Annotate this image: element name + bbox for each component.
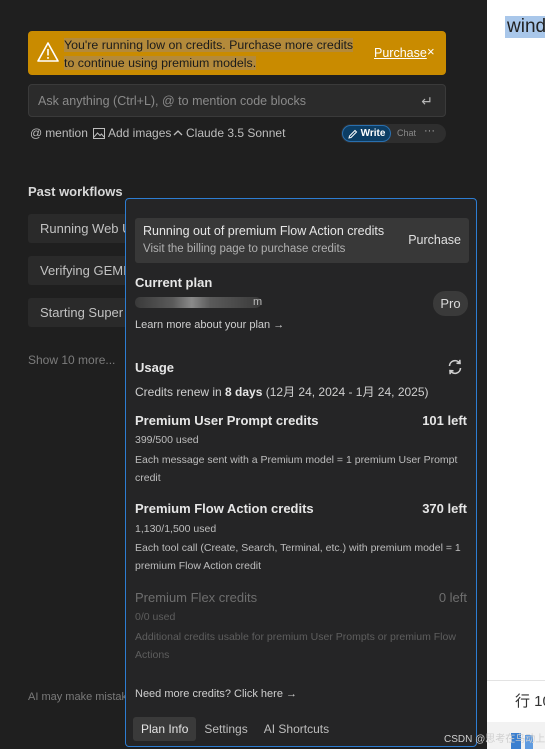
image-icon — [93, 127, 105, 139]
credit-used: 1,130/1,500 used — [135, 523, 217, 535]
mode-switch: Write Chat ··· — [341, 124, 446, 143]
plan-info-popup: Running out of premium Flow Action credi… — [125, 198, 477, 747]
line-status: 行 10 — [515, 693, 545, 710]
chevron-up-icon — [173, 130, 183, 136]
blurred-email — [135, 297, 261, 308]
tab-plan-info[interactable]: Plan Info — [133, 717, 197, 741]
alert-subtitle: Visit the billing page to purchase credi… — [143, 243, 346, 255]
add-images-label: Add images — [108, 126, 172, 140]
refresh-icon[interactable] — [446, 358, 464, 376]
tab-ai-shortcuts[interactable]: AI Shortcuts — [256, 717, 337, 741]
banner-purchase-link[interactable]: Purchase — [374, 46, 427, 60]
credit-left: 101 left — [422, 413, 467, 428]
credit-description: Additional credits usable for premium Us… — [135, 631, 456, 661]
editor-panel: wind 行 10 — [487, 0, 545, 749]
model-selector[interactable]: Claude 3.5 Sonnet — [173, 126, 285, 140]
workflow-item[interactable]: Starting Super — [28, 298, 138, 327]
credit-left: 370 left — [422, 501, 467, 516]
model-label: Claude 3.5 Sonnet — [186, 126, 286, 140]
mention-label: mention — [45, 126, 88, 140]
renew-info: Credits renew in 8 days (12月 24, 2024 - … — [135, 385, 429, 399]
alert-purchase-button[interactable]: Purchase — [408, 233, 461, 247]
close-icon[interactable]: × — [427, 44, 435, 59]
mention-button[interactable]: @ mention — [30, 126, 88, 140]
credit-title: Premium Flex credits — [135, 590, 258, 605]
popup-tabs: Plan Info Settings AI Shortcuts — [133, 717, 337, 741]
more-icon[interactable]: ··· — [424, 125, 435, 137]
usage-title: Usage — [135, 360, 175, 375]
tab-settings[interactable]: Settings — [196, 717, 255, 741]
learn-more-link[interactable]: Learn more about your plan → — [135, 319, 284, 331]
show-more-link[interactable]: Show 10 more... — [28, 353, 115, 367]
credit-title: Premium User Prompt credits — [135, 413, 319, 428]
current-plan-title: Current plan — [135, 275, 213, 290]
divider — [487, 680, 545, 681]
credit-used: 399/500 used — [135, 434, 199, 446]
enter-icon[interactable]: ↵ — [421, 93, 433, 110]
credit-description: Each message sent with a Premium model =… — [135, 454, 458, 484]
workflow-item[interactable]: Verifying GEMI — [28, 256, 138, 285]
need-more-link[interactable]: Need more credits? Click here → — [135, 688, 297, 700]
prompt-input[interactable]: Ask anything (Ctrl+L), @ to mention code… — [28, 84, 446, 117]
credit-left: 0 left — [438, 590, 467, 605]
chat-mode-button[interactable]: Chat — [397, 128, 416, 138]
edit-icon — [347, 129, 357, 139]
credit-used: 0/0 used — [135, 611, 176, 623]
write-label: Write — [360, 128, 386, 139]
credit-alert: Running out of premium Flow Action credi… — [135, 218, 469, 263]
watermark: CSDN @思考在鸟动上 — [444, 734, 545, 745]
input-toolbar: @ mention Add images Claude 3.5 Sonnet W… — [30, 124, 446, 143]
email-suffix: m — [253, 296, 263, 308]
prompt-placeholder: Ask anything (Ctrl+L), @ to mention code… — [38, 94, 307, 108]
credit-description: Each tool call (Create, Search, Terminal… — [135, 542, 461, 572]
plan-badge: Pro — [433, 291, 468, 316]
banner-message: You're running low on credits. Purchase … — [64, 38, 354, 70]
workflow-item[interactable]: Running Web U — [28, 214, 138, 243]
warning-icon — [37, 42, 59, 62]
selected-text: wind — [505, 16, 545, 38]
past-workflows-title: Past workflows — [28, 184, 123, 199]
write-mode-button[interactable]: Write — [342, 125, 391, 142]
add-images-button[interactable]: Add images — [93, 126, 171, 140]
at-icon: @ — [30, 126, 43, 140]
ai-disclaimer: AI may make mistak — [28, 691, 128, 703]
alert-title: Running out of premium Flow Action credi… — [143, 224, 385, 238]
credit-title: Premium Flow Action credits — [135, 501, 314, 516]
low-credits-banner: You're running low on credits. Purchase … — [28, 31, 446, 75]
